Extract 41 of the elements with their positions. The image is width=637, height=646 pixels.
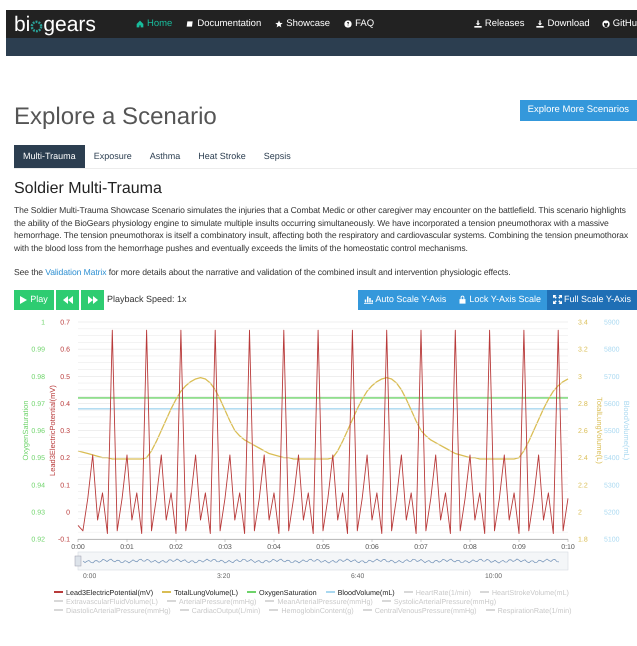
- explore-more-button[interactable]: Explore More Scenarios: [520, 100, 637, 121]
- download-icon: [474, 20, 482, 28]
- scenario-tab[interactable]: Heat Stroke: [189, 145, 255, 168]
- nav-link[interactable]: Documentation: [186, 16, 262, 32]
- logo-text: gears: [43, 14, 96, 34]
- question-icon: [344, 20, 352, 28]
- expand-icon: [552, 295, 562, 304]
- nav-link[interactable]: Showcase: [275, 16, 330, 32]
- star-icon: [275, 20, 284, 28]
- lock-icon: [458, 295, 468, 304]
- bar-chart-icon: [364, 295, 374, 304]
- nav-link[interactable]: FAQ: [344, 16, 374, 32]
- scenario-title: Soldier Multi-Trauma: [14, 181, 163, 197]
- fast-forward-button[interactable]: [81, 290, 104, 310]
- scenario-tab[interactable]: Sepsis: [254, 145, 300, 168]
- navigator-track[interactable]: [78, 551, 568, 570]
- nav-link[interactable]: Releases: [474, 16, 524, 32]
- scenario-tab[interactable]: Asthma: [140, 145, 190, 168]
- scenario-tab[interactable]: Multi-Trauma: [14, 145, 85, 168]
- scenario-description: The Soldier Multi-Trauma Showcase Scenario simulates the injuries that a Combat Medic or other caregiver may encounter on the battlefield. This scenario highlights the ability of the BioGears physiology engine to simulate multiple insults occurring simultaneously. We have incorporated a tension pneumothorax with a massive hemorrhage. The tension pneumothorax is itself a combinatory insult, affecting both the respiratory and cardiovascular systems. Combining the tension pneumothorax with the blood loss from the hemorrhage pushes and eventually exceeds the limits of the homeostatic control mechanisms.: [14, 204, 630, 254]
- rewind-button[interactable]: [56, 290, 79, 310]
- playback-speed-label: Playback Speed: 1x: [107, 292, 187, 306]
- play-icon: [20, 296, 28, 304]
- rewind-icon: [62, 296, 72, 304]
- home-icon: [136, 20, 144, 28]
- github-icon: [602, 20, 610, 28]
- fast-forward-icon: [88, 296, 98, 304]
- download-icon: [536, 20, 544, 28]
- navigator-handle[interactable]: [74, 555, 82, 566]
- nav-link[interactable]: GitHu: [602, 16, 637, 32]
- logo-text: bi: [14, 14, 30, 34]
- page-title: Explore a Scenario: [14, 105, 217, 129]
- scale-button[interactable]: Auto Scale Y-Axis: [358, 290, 452, 310]
- nav-link[interactable]: Home: [136, 16, 172, 32]
- logo-ring-icon: [30, 20, 44, 32]
- validation-note: See the Validation Matrix for more details about the narrative and validation of the combined insult and intervention physiologic effects.: [14, 266, 512, 278]
- nav-link[interactable]: Download: [536, 16, 590, 32]
- scale-button[interactable]: Lock Y-Axis Scale: [452, 290, 547, 310]
- scenario-tab[interactable]: Exposure: [84, 145, 141, 168]
- scale-button[interactable]: Full Scale Y-Axis: [546, 290, 637, 310]
- validation-matrix-link[interactable]: Validation Matrix: [45, 267, 106, 277]
